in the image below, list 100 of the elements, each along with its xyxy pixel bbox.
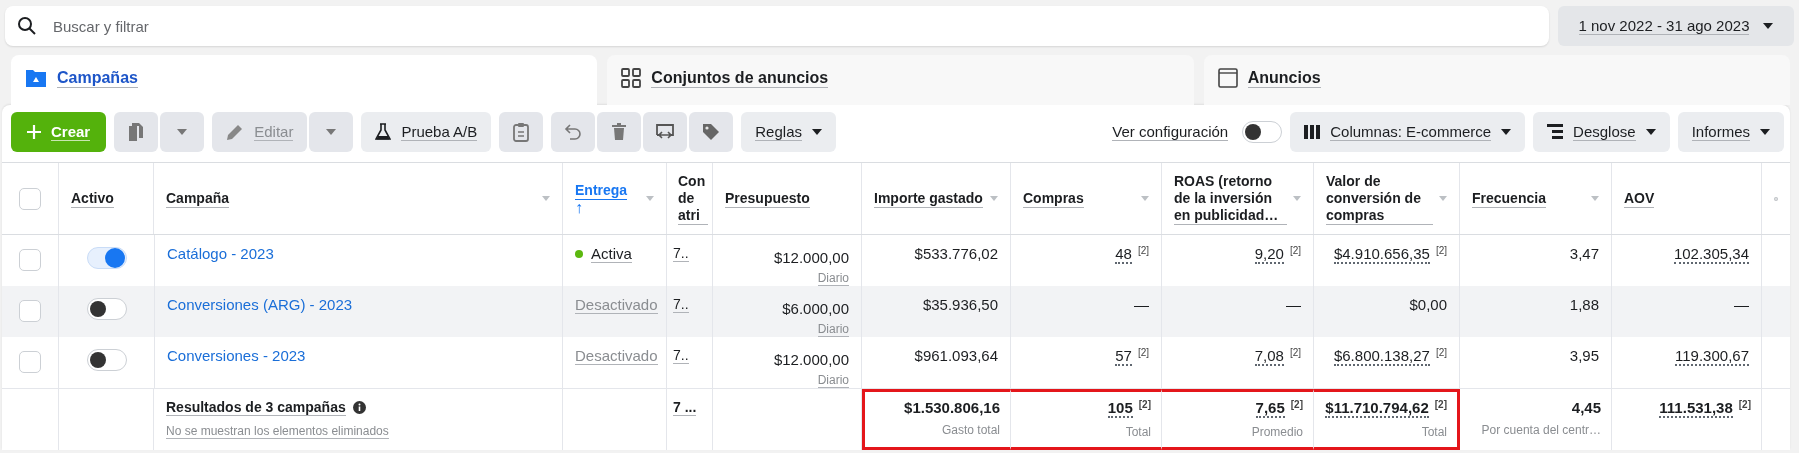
metric-value: — <box>1134 296 1149 313</box>
total-caption: Promedio <box>1251 425 1303 439</box>
tag-icon <box>702 123 721 141</box>
campaign-name-link[interactable]: Catálogo - 2023 <box>167 245 274 262</box>
footnote-mark: [2] <box>1137 347 1149 358</box>
view-settings-toggle[interactable] <box>1242 121 1283 143</box>
column-header[interactable]: ROAS (retorno de la inversión en publicidad… <box>1174 172 1287 225</box>
tab[interactable]: Campañas <box>11 55 598 105</box>
total-caption: Total <box>1125 425 1151 439</box>
table-row[interactable]: Conversiones - 2023 Desactivado 7.. $12.000,00 Diario $961.093,64 57 [2] 7,08 [2] $6.800.138,27 [2] 3,95 119.300,67 <box>2 337 1790 388</box>
breakdown-icon <box>1547 124 1564 140</box>
column-header[interactable]: Entrega ↑ <box>575 181 628 216</box>
swap-button[interactable] <box>643 112 688 152</box>
metric-value: $961.093,64 <box>914 347 998 364</box>
metric-value: 7,08 <box>1254 347 1284 366</box>
column-header[interactable]: AOV <box>1624 189 1655 208</box>
metric-value: $35.936,50 <box>922 296 998 313</box>
metric-value: $0,00 <box>1409 296 1447 313</box>
copy-icon <box>127 122 146 142</box>
grid-icon <box>621 68 642 88</box>
caret-icon[interactable] <box>542 196 550 201</box>
ab-test-button[interactable]: Prueba A/B <box>361 112 492 152</box>
total-caption: Total <box>1421 425 1447 439</box>
checkbox[interactable] <box>19 351 41 373</box>
caret-icon[interactable] <box>1141 196 1149 201</box>
attribution-value: 7.. <box>673 347 689 364</box>
duplicate-button[interactable] <box>114 112 159 152</box>
search-field[interactable]: Buscar y filtrar <box>51 16 1537 36</box>
total-value: 4,45 <box>1571 399 1601 416</box>
footnote-mark: [2] <box>1289 347 1301 358</box>
column-header[interactable]: Con de atri <box>678 172 708 225</box>
column-header[interactable]: Frecuencia <box>1472 189 1546 208</box>
caret-icon <box>1760 129 1770 135</box>
campaign-toggle[interactable] <box>86 298 127 320</box>
tag-button[interactable] <box>689 112 734 152</box>
dropdown-button[interactable] <box>309 112 354 152</box>
undo-button[interactable] <box>551 112 596 152</box>
swap-icon <box>655 123 676 141</box>
footnote-mark: [2] <box>1138 399 1151 410</box>
clipboard-icon <box>513 122 530 142</box>
caret-icon[interactable] <box>646 196 654 201</box>
metric-value: 9,20 <box>1254 245 1284 264</box>
clipboard-button[interactable] <box>499 112 544 152</box>
metric-value: 102.305,34 <box>1673 245 1749 264</box>
campaign-toggle[interactable] <box>86 247 127 269</box>
tab[interactable]: Anuncios <box>1203 55 1790 105</box>
metric-value: 119.300,67 <box>1675 347 1749 366</box>
column-header[interactable]: Compras <box>1023 189 1084 208</box>
total-value: $1.530.806,16 <box>904 399 1000 416</box>
metric-value: — <box>1734 296 1749 313</box>
budget-value: $6.000,00 <box>782 300 849 317</box>
view-settings-label: Ver configuración <box>1112 123 1229 141</box>
total-value: 105 <box>1107 399 1133 418</box>
footnote-mark: [2] <box>1435 347 1447 358</box>
metric-value: $6.800.138,27 <box>1333 347 1430 366</box>
caret-icon[interactable] <box>1591 196 1599 201</box>
campaign-name-link[interactable]: Conversiones - 2023 <box>167 347 306 364</box>
checkbox[interactable] <box>19 249 41 271</box>
total-caption: Por cuenta del centr… <box>1481 423 1601 437</box>
footnote-mark: [2] <box>1289 245 1301 256</box>
folder-icon <box>25 68 47 88</box>
columns-icon <box>1304 125 1321 139</box>
campaign-toggle[interactable] <box>86 349 127 371</box>
table-row[interactable]: Conversiones (ARG) - 2023 Desactivado 7.. $6.000,00 Diario $35.936,50 — — $0,00 1,88 — <box>2 286 1790 337</box>
budget-value: $12.000,00 <box>773 249 849 266</box>
column-header[interactable]: Importe gastado <box>874 189 983 208</box>
delivery-status: Desactivado <box>575 296 658 314</box>
total-caption: Gasto total <box>941 423 1000 437</box>
metric-value: — <box>1286 296 1301 313</box>
caret-icon <box>812 129 822 135</box>
search-bar[interactable]: Buscar y filtrar <box>5 6 1549 46</box>
column-header[interactable]: Valor de conversión de compras <box>1326 172 1433 225</box>
column-header[interactable]: Campaña <box>166 189 230 208</box>
delete-button[interactable] <box>597 112 642 152</box>
summary-label: Resultados de 3 campañas <box>166 399 346 416</box>
pencil-icon <box>226 123 245 141</box>
delivery-status: Desactivado <box>575 347 658 365</box>
metric-value: 48 <box>1115 245 1132 264</box>
caret-icon[interactable] <box>1439 196 1447 201</box>
reports-button[interactable]: Informes <box>1677 112 1784 152</box>
columns-button[interactable]: Columnas: E-commerce <box>1290 112 1526 152</box>
campaign-name-link[interactable]: Conversiones (ARG) - 2023 <box>167 296 353 313</box>
budget-value: $12.000,00 <box>773 351 849 368</box>
column-header[interactable]: Activo <box>71 189 114 208</box>
footnote-mark: [2] <box>1434 399 1447 410</box>
budget-period: Diario <box>817 322 849 337</box>
checkbox[interactable] <box>19 300 41 322</box>
breakdown-button[interactable]: Desglose <box>1533 112 1670 152</box>
checkbox[interactable] <box>19 187 41 210</box>
tab[interactable]: Conjuntos de anuncios <box>607 55 1194 105</box>
caret-icon <box>326 129 337 135</box>
attribution-value: 7.. <box>673 245 689 262</box>
metric-value: 3,95 <box>1569 347 1599 364</box>
date-range-button[interactable]: 1 nov 2022 - 31 ago 2023 <box>1558 6 1794 46</box>
column-header[interactable]: Presupuesto <box>725 189 810 208</box>
rules-button[interactable]: Reglas <box>741 112 836 152</box>
metric-value: $4.910.656,35 <box>1333 245 1430 264</box>
caret-icon[interactable] <box>990 196 998 201</box>
caret-icon[interactable] <box>1293 196 1301 201</box>
total-value: 7,65 <box>1255 399 1285 418</box>
